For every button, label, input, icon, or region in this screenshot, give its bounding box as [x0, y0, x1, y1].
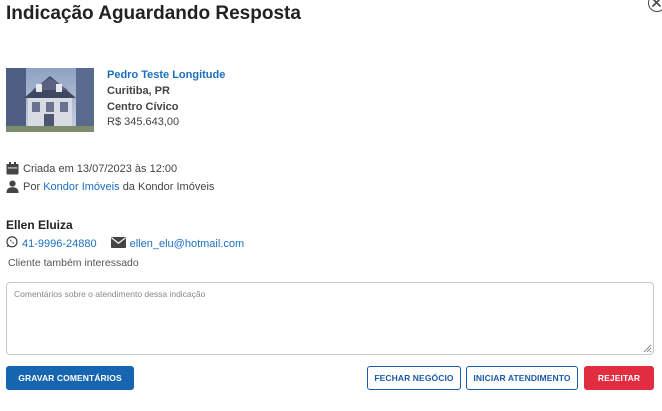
created-by-prefix: Por: [23, 180, 41, 193]
client-contacts: 41-9996-24880 ellen_elu@hotmail.com: [6, 236, 244, 251]
close-deal-button[interactable]: FECHAR NEGÓCIO: [367, 366, 461, 390]
created-row: Criada em 13/07/2023 às 12:00: [6, 162, 177, 175]
created-date: Criada em 13/07/2023 às 12:00: [23, 162, 178, 175]
client-email-link[interactable]: ellen_elu@hotmail.com: [130, 238, 245, 250]
client-phone-link[interactable]: 41-9996-24880: [22, 238, 97, 250]
client-note: Cliente também interessado: [8, 257, 139, 269]
client-name: Ellen Eluiza: [6, 218, 73, 232]
agent-link[interactable]: Kondor Imóveis: [43, 181, 119, 193]
property-neighborhood: Centro Cívico: [107, 101, 179, 113]
start-service-button[interactable]: INICIAR ATENDIMENTO: [466, 366, 578, 390]
house-image: [6, 68, 94, 132]
save-comments-button[interactable]: GRAVAR COMENTÁRIOS: [6, 366, 134, 390]
created-by-agency: da Kondor Imóveis: [122, 180, 215, 193]
close-icon: [652, 0, 661, 7]
envelope-icon: [110, 236, 126, 251]
property-name-link[interactable]: Pedro Teste Longitude: [107, 69, 225, 81]
created-by-row: Por Kondor Imóveis da Kondor Imóveis: [6, 180, 214, 193]
property-thumbnail[interactable]: [6, 68, 94, 132]
calendar-icon: [6, 162, 19, 175]
property-city: Curitiba, PR: [107, 85, 170, 97]
user-icon: [6, 180, 19, 193]
property-price: R$ 345.643,00: [107, 116, 180, 128]
resize-grip-icon[interactable]: [642, 343, 652, 353]
comments-textarea[interactable]: [6, 282, 654, 355]
page-title: Indicação Aguardando Resposta: [6, 3, 301, 24]
whatsapp-icon: [6, 236, 18, 251]
reject-button[interactable]: REJEITAR: [584, 366, 654, 390]
close-button[interactable]: [648, 0, 662, 12]
